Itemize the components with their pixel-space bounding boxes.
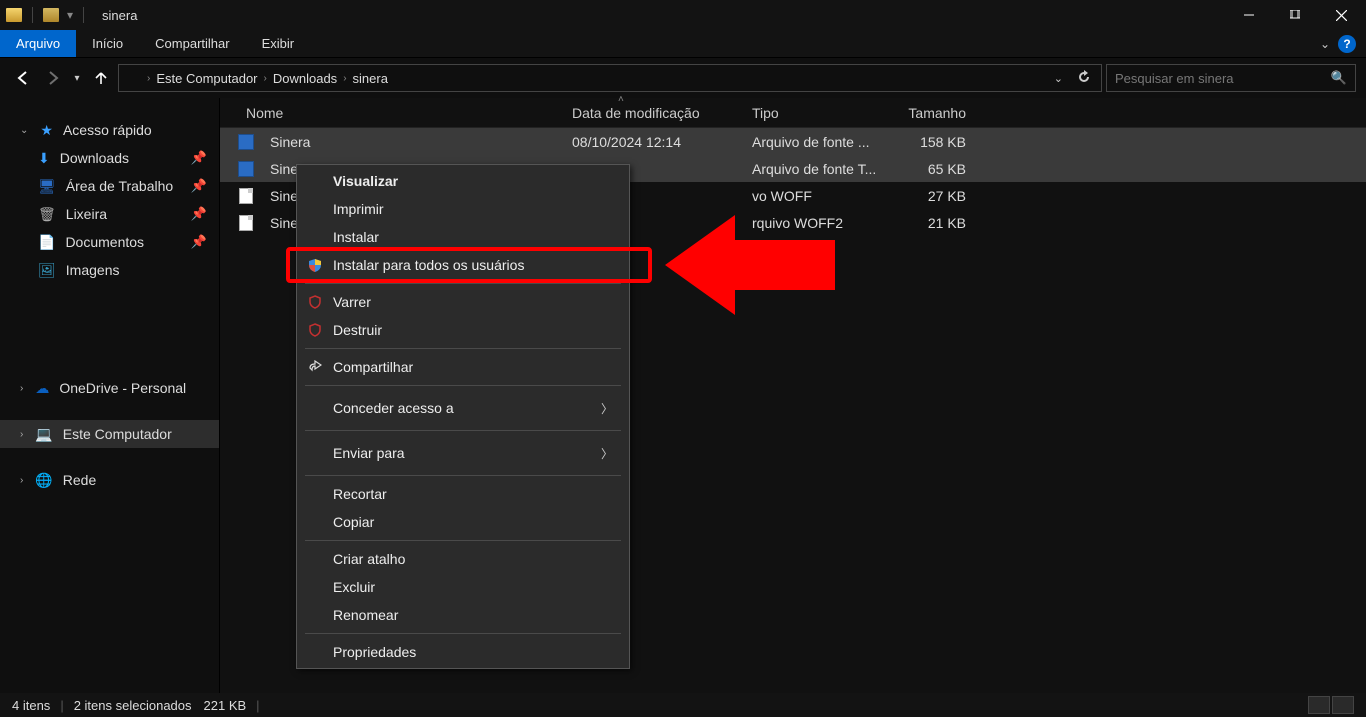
tab-home[interactable]: Início	[76, 30, 139, 57]
sidebar: ⌄★Acesso rápido ⬇Downloads📌 🖥Área de Tra…	[0, 98, 220, 693]
context-menu-destroy[interactable]: Destruir	[297, 316, 629, 344]
context-menu-install[interactable]: Instalar	[297, 223, 629, 251]
folder-icon	[43, 8, 59, 22]
shield-outline-icon	[307, 294, 323, 310]
column-headers: ˄ Nome Data de modificação Tipo Tamanho	[220, 98, 1366, 128]
column-header-type[interactable]: Tipo	[744, 105, 894, 121]
context-menu-visualize[interactable]: Visualizar	[297, 167, 629, 195]
folder-icon	[6, 8, 22, 22]
file-row[interactable]: Sinera 08/10/2024 12:14 Arquivo de fonte…	[220, 128, 1366, 155]
trash-icon: 🗑	[38, 206, 56, 223]
folder-icon	[125, 72, 141, 85]
context-menu-send-to[interactable]: Enviar para〉	[297, 435, 629, 471]
view-icons-button[interactable]	[1332, 696, 1354, 714]
chevron-right-icon: 〉	[601, 400, 613, 417]
search-placeholder: Pesquisar em sinera	[1115, 71, 1234, 86]
close-button[interactable]	[1318, 0, 1364, 30]
pc-icon: 💻	[35, 426, 52, 443]
qat-dropdown-icon[interactable]: ▾	[67, 8, 73, 22]
tab-file[interactable]: Arquivo	[0, 30, 76, 57]
context-menu-grant-access[interactable]: Conceder acesso a〉	[297, 390, 629, 426]
sidebar-item-network[interactable]: ›🌐Rede	[0, 466, 219, 494]
sidebar-item-documents[interactable]: 📄Documentos📌	[0, 228, 219, 256]
breadcrumb-downloads[interactable]: Downloads	[273, 71, 337, 86]
network-icon: 🌐	[35, 472, 52, 489]
chevron-right-icon[interactable]: ›	[264, 73, 267, 84]
context-menu-create-shortcut[interactable]: Criar atalho	[297, 545, 629, 573]
titlebar: ▾ sinera	[0, 0, 1366, 30]
chevron-right-icon: 〉	[601, 445, 613, 462]
help-icon[interactable]: ?	[1338, 35, 1356, 53]
nav-forward-button[interactable]	[40, 65, 66, 91]
breadcrumb-current[interactable]: sinera	[353, 71, 388, 86]
breadcrumb-root[interactable]: Este Computador	[156, 71, 257, 86]
ribbon-collapse-icon[interactable]: ⌄	[1320, 37, 1330, 51]
status-bar: 4 itens | 2 itens selecionados 221 KB |	[0, 693, 1366, 717]
font-file-icon	[238, 134, 254, 150]
pin-icon: 📌	[191, 150, 207, 166]
share-icon	[307, 359, 323, 375]
nav-up-button[interactable]	[88, 65, 114, 91]
sidebar-item-trash[interactable]: 🗑Lixeira📌	[0, 200, 219, 228]
search-icon: 🔍	[1331, 70, 1347, 86]
sidebar-item-desktop[interactable]: 🖥Área de Trabalho📌	[0, 172, 219, 200]
cloud-icon: ☁	[35, 380, 49, 397]
search-input[interactable]: Pesquisar em sinera 🔍	[1106, 64, 1356, 92]
minimize-button[interactable]	[1226, 0, 1272, 30]
document-icon: 📄	[38, 234, 55, 251]
view-details-button[interactable]	[1308, 696, 1330, 714]
status-selected-size: 221 KB	[204, 698, 247, 713]
context-menu-install-all-users[interactable]: Instalar para todos os usuários	[297, 251, 629, 279]
nav-history-dropdown[interactable]: ▾	[70, 65, 84, 91]
column-header-date[interactable]: Data de modificação	[564, 105, 744, 121]
refresh-icon[interactable]	[1073, 70, 1095, 87]
address-bar[interactable]: › Este Computador › Downloads › sinera ⌄	[118, 64, 1102, 92]
tab-share[interactable]: Compartilhar	[139, 30, 245, 57]
context-menu-copy[interactable]: Copiar	[297, 508, 629, 536]
woff-file-icon	[238, 215, 254, 231]
shield-icon	[307, 257, 323, 273]
sidebar-item-onedrive[interactable]: ›☁OneDrive - Personal	[0, 374, 219, 402]
pin-icon: 📌	[191, 234, 207, 250]
address-dropdown-icon[interactable]: ⌄	[1050, 72, 1067, 85]
window-title: sinera	[102, 8, 137, 23]
tab-view[interactable]: Exibir	[246, 30, 311, 57]
font-file-icon	[238, 161, 254, 177]
context-menu-share[interactable]: Compartilhar	[297, 353, 629, 381]
context-menu-properties[interactable]: Propriedades	[297, 638, 629, 666]
download-icon: ⬇	[38, 150, 50, 167]
ribbon: Arquivo Início Compartilhar Exibir ⌄ ?	[0, 30, 1366, 58]
star-icon: ★	[40, 122, 53, 139]
sidebar-item-downloads[interactable]: ⬇Downloads📌	[0, 144, 219, 172]
desktop-icon: 🖥	[38, 178, 56, 195]
sidebar-item-this-pc[interactable]: ›💻Este Computador	[0, 420, 219, 448]
chevron-right-icon[interactable]: ›	[343, 73, 346, 84]
sidebar-item-images[interactable]: 🖼Imagens	[0, 256, 219, 284]
navbar: ▾ › Este Computador › Downloads › sinera…	[0, 58, 1366, 98]
status-selected-count: 2 itens selecionados	[74, 698, 192, 713]
shield-outline-icon	[307, 322, 323, 338]
chevron-right-icon[interactable]: ›	[147, 73, 150, 84]
sort-indicator-icon: ˄	[618, 94, 624, 105]
context-menu: Visualizar Imprimir Instalar Instalar pa…	[296, 164, 630, 669]
context-menu-rename[interactable]: Renomear	[297, 601, 629, 629]
context-menu-print[interactable]: Imprimir	[297, 195, 629, 223]
column-header-size[interactable]: Tamanho	[894, 105, 974, 121]
pin-icon: 📌	[191, 206, 207, 222]
maximize-button[interactable]	[1272, 0, 1318, 30]
context-menu-delete[interactable]: Excluir	[297, 573, 629, 601]
context-menu-scan[interactable]: Varrer	[297, 288, 629, 316]
column-header-name[interactable]: Nome	[238, 105, 564, 121]
pin-icon: 📌	[191, 178, 207, 194]
nav-back-button[interactable]	[10, 65, 36, 91]
sidebar-item-quick-access[interactable]: ⌄★Acesso rápido	[0, 116, 219, 144]
image-icon: 🖼	[38, 262, 56, 279]
context-menu-cut[interactable]: Recortar	[297, 480, 629, 508]
status-item-count: 4 itens	[12, 698, 50, 713]
woff-file-icon	[238, 188, 254, 204]
